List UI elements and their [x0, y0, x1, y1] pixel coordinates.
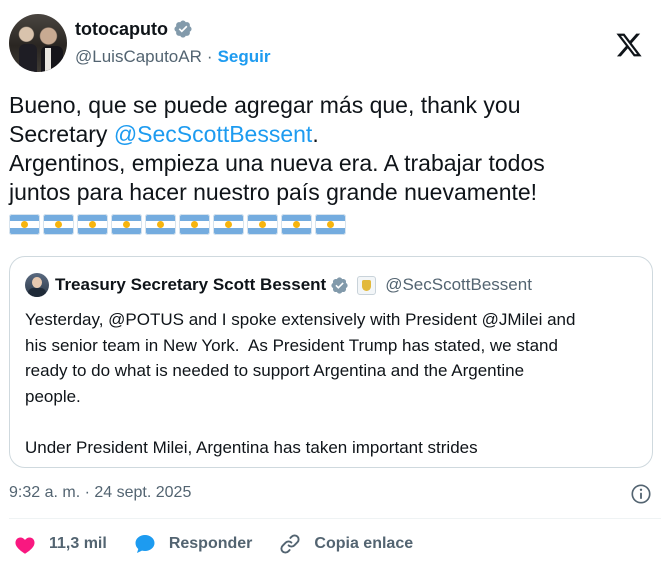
follow-button[interactable]: Seguir: [218, 47, 271, 67]
reply-label: Responder: [168, 535, 253, 552]
verified-badge-icon: [331, 276, 348, 294]
argentina-flag-icon: [111, 214, 142, 235]
info-icon[interactable]: [630, 483, 652, 505]
quoted-tweet-text: Yesterday, @POTUS and I spoke extensivel…: [25, 310, 576, 457]
like-button[interactable]: 11,3 mil: [13, 532, 107, 556]
author-avatar[interactable]: [9, 14, 67, 72]
separator-dot: ·: [206, 47, 213, 66]
like-count: 11,3 mil: [49, 535, 107, 552]
author-name-row: totocaputo: [75, 17, 193, 41]
reply-button[interactable]: Responder: [133, 532, 253, 556]
tweet-timestamp[interactable]: 9:32 a. m. · 24 sept. 2025: [9, 484, 191, 502]
argentina-flag-icon: [9, 214, 40, 235]
argentina-flag-icon: [145, 214, 176, 235]
author-handle[interactable]: @LuisCaputoAR: [75, 47, 202, 67]
tweet-text: Bueno, que se puede agregar más que, tha…: [9, 91, 649, 207]
link-icon: [280, 534, 300, 554]
argentina-flag-icon: [179, 214, 210, 235]
tweet-header: totocaputo @LuisCaputoAR · Seguir: [9, 14, 661, 74]
tweet-actions-bar: 11,3 mil Responder Copia enlace: [13, 531, 439, 557]
argentina-flag-icon: [281, 214, 312, 235]
quoted-author-name: Treasury Secretary Scott Bessent: [55, 275, 327, 294]
affiliation-badge-icon: [357, 275, 377, 295]
quoted-tweet-card[interactable]: Treasury Secretary Scott Bessent @SecSco…: [9, 256, 653, 468]
copy-link-label: Copia enlace: [314, 535, 414, 552]
argentina-flag-icon: [247, 214, 278, 235]
author-display-name[interactable]: totocaputo: [75, 19, 168, 40]
heart-icon: [15, 537, 35, 554]
x-logo-icon[interactable]: [615, 31, 643, 59]
speech-bubble-icon: [135, 535, 155, 553]
argentina-flags-row: [9, 214, 346, 235]
quoted-tweet-header: Treasury Secretary Scott Bessent @SecSco…: [25, 272, 532, 298]
tweet-mention-link[interactable]: @SecScottBessent: [114, 121, 313, 147]
argentina-flag-icon: [43, 214, 74, 235]
quoted-author-avatar: [25, 273, 49, 297]
argentina-flag-icon: [315, 214, 346, 235]
argentina-flag-icon: [77, 214, 108, 235]
argentina-flag-icon: [213, 214, 244, 235]
verified-badge-icon: [174, 20, 192, 38]
copy-link-button[interactable]: Copia enlace: [278, 532, 413, 556]
quoted-author-handle: @SecScottBessent: [385, 275, 532, 294]
author-handle-row: @LuisCaputoAR · Seguir: [75, 47, 270, 67]
divider: [9, 518, 661, 519]
